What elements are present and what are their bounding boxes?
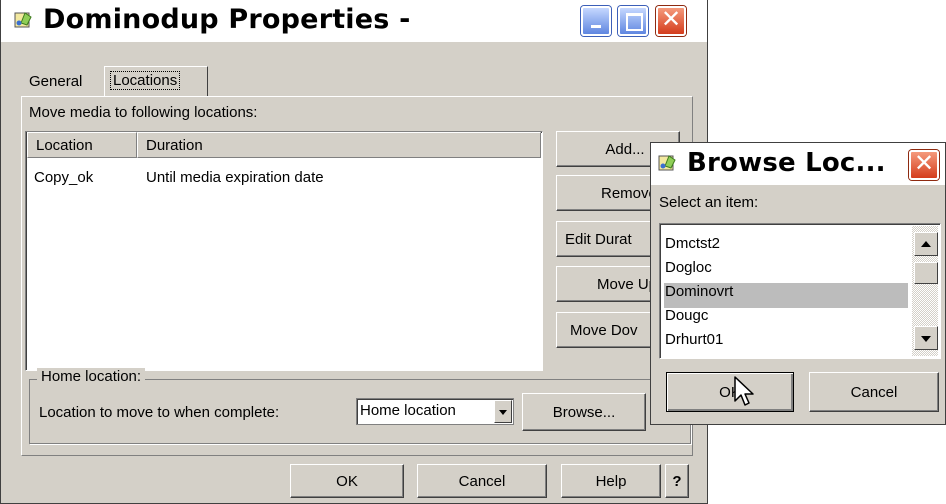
cell-location: Copy_ok	[34, 169, 94, 186]
browse-cancel-button[interactable]: Cancel	[809, 372, 939, 412]
cell-duration: Until media expiration date	[146, 169, 324, 186]
maximize-button[interactable]	[618, 6, 648, 36]
column-header-location[interactable]: Location	[27, 132, 137, 158]
close-icon: ✕	[660, 5, 682, 33]
list-item-selected[interactable]: Dominovrt	[664, 283, 908, 308]
ok-button[interactable]: OK	[290, 464, 404, 498]
app-icon	[14, 12, 32, 28]
list-item-partial[interactable]: Drhurt01	[664, 331, 908, 358]
browse-button[interactable]: Browse...	[522, 393, 646, 431]
browse-locations-dialog: Browse Loc... ✕ Select an item: Dmctst2 …	[650, 142, 946, 425]
table-row[interactable]: Copy_ok Until media expiration date	[27, 169, 541, 191]
combo-value: Home location	[360, 402, 456, 419]
arrow-down-icon	[921, 336, 931, 342]
close-icon: ✕	[913, 149, 935, 177]
combo-dropdown-button[interactable]	[494, 400, 512, 423]
whats-this-button[interactable]: ?	[665, 464, 689, 498]
cancel-button[interactable]: Cancel	[417, 464, 547, 498]
title-bar[interactable]: Dominodup Properties - ✕	[1, 0, 707, 42]
home-location-legend: Home location:	[37, 368, 146, 385]
vertical-scrollbar[interactable]	[912, 226, 938, 356]
list-item: Drhurt01	[665, 331, 724, 348]
browse-ok-button[interactable]: OK	[666, 372, 794, 412]
browse-title-bar[interactable]: Browse Loc... ✕	[651, 143, 945, 185]
tab-locations[interactable]: Locations	[104, 66, 208, 97]
scroll-thumb[interactable]	[914, 262, 938, 284]
list-item[interactable]: Dmctst2	[664, 235, 908, 260]
properties-window: Dominodup Properties - ✕ General Locatio…	[0, 0, 708, 504]
location-list[interactable]: Dmctst2 Dogloc Dominovrt Dougc Drhurt01	[659, 223, 941, 359]
close-button[interactable]: ✕	[656, 5, 686, 36]
scroll-down-button[interactable]	[914, 326, 938, 350]
list-item[interactable]: Dogloc	[664, 259, 908, 284]
minimize-button[interactable]	[581, 6, 611, 36]
browse-close-button[interactable]: ✕	[909, 149, 939, 180]
instruction-label: Move media to following locations:	[29, 104, 258, 121]
mouse-cursor-icon	[734, 376, 754, 406]
column-header-duration[interactable]: Duration	[137, 132, 541, 158]
select-item-label: Select an item:	[659, 194, 759, 211]
app-icon	[658, 155, 676, 171]
list-item[interactable]: Dougc	[664, 307, 908, 332]
tab-general[interactable]: General	[29, 73, 82, 90]
home-location-combo[interactable]: Home location	[356, 398, 514, 425]
window-title: Dominodup Properties -	[43, 4, 411, 35]
help-button[interactable]: Help	[561, 464, 661, 498]
arrow-up-icon	[921, 241, 931, 247]
chevron-down-icon	[499, 409, 507, 415]
maximize-icon	[626, 13, 643, 31]
locations-table[interactable]: Location Duration Copy_ok Until media ex…	[25, 131, 543, 371]
browse-title: Browse Loc...	[687, 148, 886, 178]
location-complete-label: Location to move to when complete:	[39, 404, 280, 421]
scroll-up-button[interactable]	[914, 232, 938, 256]
minimize-icon	[591, 25, 601, 28]
tab-locations-label: Locations	[110, 71, 181, 90]
